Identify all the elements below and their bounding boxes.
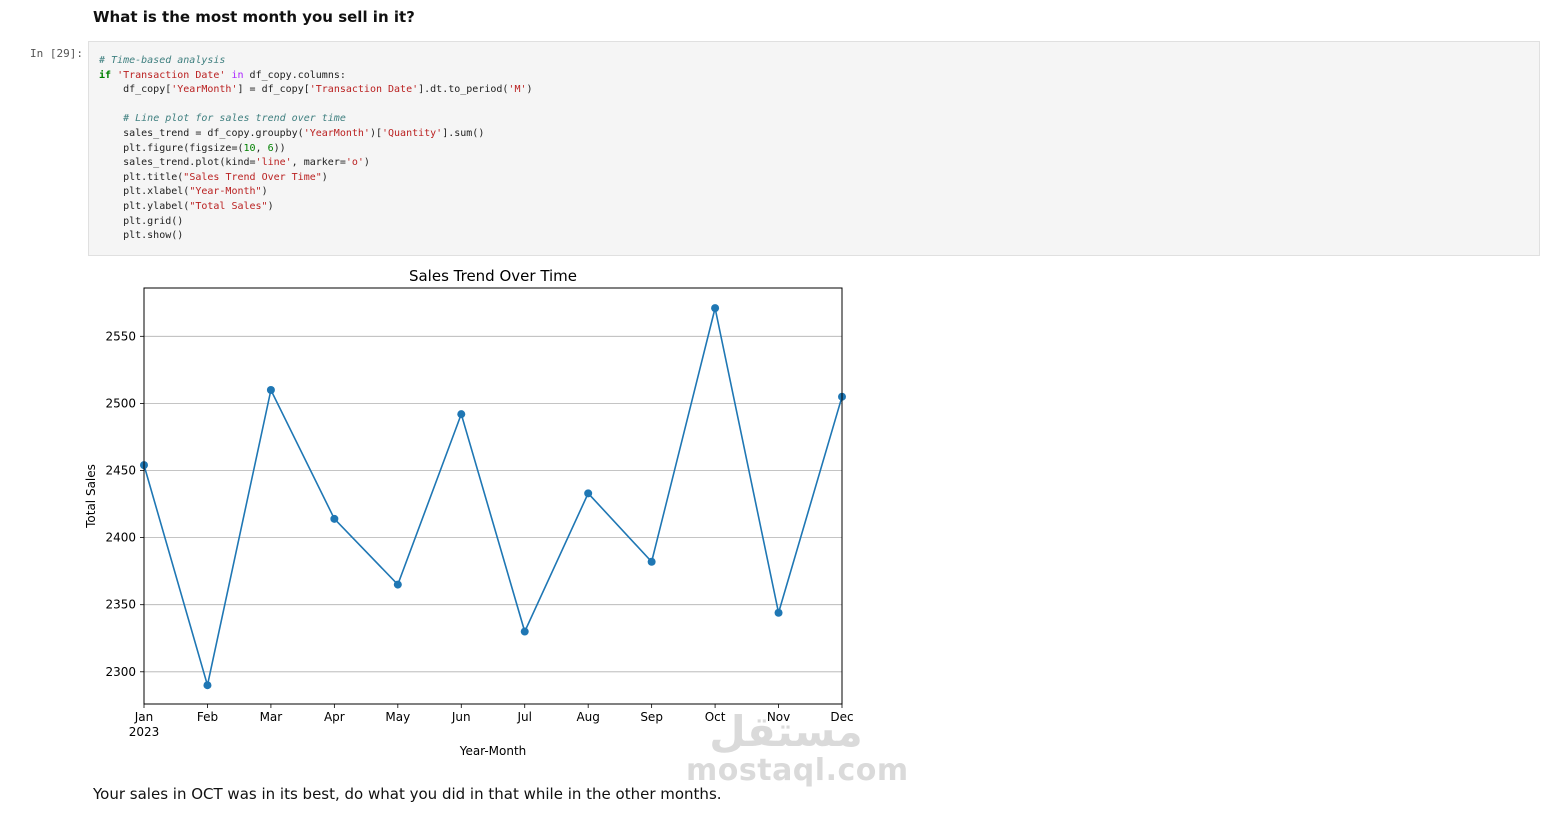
code-editor[interactable]: # Time-based analysis if 'Transaction Da…: [99, 54, 533, 244]
chart-title: Sales Trend Over Time: [409, 267, 577, 285]
data-point-apr: [330, 514, 339, 523]
code-line: df_copy['YearMonth'] = df_copy['Transact…: [99, 84, 533, 96]
series-line: [140, 304, 846, 690]
code-token: "Total Sales": [189, 200, 268, 212]
code-token: # Line plot for sales trend over time: [123, 113, 346, 125]
code-token: )): [273, 142, 286, 154]
code-token: plt.ylabel(: [99, 200, 190, 212]
data-point-mar: [266, 385, 275, 394]
code-token: 10: [243, 142, 256, 154]
code-line: plt.xlabel("Year-Month"): [99, 186, 268, 197]
data-point-aug: [584, 489, 593, 498]
data-point-feb: [203, 681, 212, 690]
data-point-may: [393, 580, 402, 589]
code-token: df_copy.columns:: [243, 69, 346, 81]
code-token: ): [363, 157, 370, 169]
code-token: 'Transaction Date': [117, 69, 226, 81]
x-tick-label: May: [385, 710, 410, 724]
code-token: 'Quantity': [381, 127, 443, 139]
y-axis-label: Total Sales: [84, 464, 98, 529]
code-line: if 'Transaction Date' in df_copy.columns…: [99, 70, 346, 81]
y-tick-label: 2350: [105, 598, 136, 612]
code-token: 'M': [508, 84, 527, 96]
x-tick-label: Sep: [640, 710, 663, 724]
code-token: )[: [369, 127, 382, 139]
code-token: plt.xlabel(: [99, 186, 190, 198]
code-line: plt.ylabel("Total Sales"): [99, 201, 274, 212]
code-token: ,: [255, 142, 268, 154]
x-tick-label: Jan: [134, 710, 154, 724]
data-point-oct: [711, 304, 720, 313]
markdown-conclusion: Your sales in OCT was in its best, do wh…: [93, 785, 722, 803]
code-token: sales_trend.plot(kind=: [99, 157, 256, 169]
code-line: plt.grid(): [99, 216, 183, 227]
code-line: plt.show(): [99, 230, 183, 241]
y-tick-label: 2450: [105, 464, 136, 478]
watermark-arabic: مستقل: [709, 707, 863, 756]
y-tick-label: 2500: [105, 396, 136, 410]
code-token: ): [321, 171, 328, 183]
code-token: plt.grid(): [99, 215, 184, 227]
code-line: sales_trend.plot(kind='line', marker='o'…: [99, 157, 370, 168]
x-axis-label: Year-Month: [459, 744, 527, 758]
code-token: ].sum(): [442, 127, 485, 139]
x-tick-label: Jul: [516, 710, 531, 724]
y-tick-label: 2550: [105, 329, 136, 343]
cell-prompt: In [29]:: [30, 47, 83, 60]
chart-output: Sales Trend Over Time 2300 2350 2400 2450 25…: [80, 262, 860, 767]
code-token: "Year-Month": [189, 186, 262, 198]
code-line: plt.title("Sales Trend Over Time"): [99, 172, 328, 183]
x-tick-label: Jun: [451, 710, 471, 724]
code-token: 'line': [255, 157, 292, 169]
series-polyline: [143, 307, 843, 686]
data-point-jul: [520, 627, 529, 636]
code-token: 'o': [345, 157, 364, 169]
code-token: , marker=: [291, 157, 346, 169]
x-tick-year-label: 2023: [129, 725, 160, 739]
code-line: plt.figure(figsize=(10, 6)): [99, 143, 286, 154]
grid-lines: [144, 335, 842, 673]
code-token: plt.show(): [99, 230, 184, 242]
code-line: # Line plot for sales trend over time: [99, 113, 346, 124]
code-token: # Time-based analysis: [99, 55, 226, 66]
code-token: ].dt.to_period(: [418, 84, 509, 96]
code-token: ] = df_copy[: [237, 84, 310, 96]
x-tick-label: Feb: [197, 710, 218, 724]
code-token: in: [231, 69, 244, 81]
data-point-nov: [774, 608, 783, 617]
code-cell[interactable]: # Time-based analysis if 'Transaction Da…: [88, 41, 1540, 256]
x-tick-label: Aug: [576, 710, 599, 724]
code-token: df_copy[: [99, 84, 172, 96]
code-token: plt.figure(figsize=(: [99, 142, 244, 154]
data-point-sep: [647, 557, 656, 566]
watermark-latin: mostaql.com: [686, 753, 909, 788]
y-axis-ticks: 2300 2350 2400 2450 2500 2550: [105, 329, 144, 679]
code-line: sales_trend = df_copy.groupby('YearMonth…: [99, 128, 484, 139]
markdown-question: What is the most month you sell in it?: [93, 8, 415, 26]
code-token: 'YearMonth': [303, 127, 370, 139]
code-token: "Sales Trend Over Time": [183, 171, 322, 183]
y-tick-label: 2300: [105, 665, 136, 679]
data-point-jun: [457, 410, 466, 419]
code-token: ): [267, 200, 274, 212]
watermark-logo: مستقل mostaql.com: [686, 707, 909, 788]
y-tick-label: 2400: [105, 531, 136, 545]
line-chart: Sales Trend Over Time 2300 2350 2400 2450 25…: [84, 267, 854, 758]
code-line: # Time-based analysis: [99, 55, 225, 66]
code-token: ): [261, 186, 268, 198]
code-token: ): [526, 84, 533, 96]
x-tick-label: Mar: [260, 710, 283, 724]
code-token: if: [99, 69, 112, 81]
code-token: 'YearMonth': [171, 84, 238, 96]
x-tick-label: Apr: [324, 710, 345, 724]
code-token: sales_trend = df_copy.groupby(: [99, 127, 304, 139]
code-token: plt.title(: [99, 171, 184, 183]
code-token: 'Transaction Date': [309, 84, 419, 96]
